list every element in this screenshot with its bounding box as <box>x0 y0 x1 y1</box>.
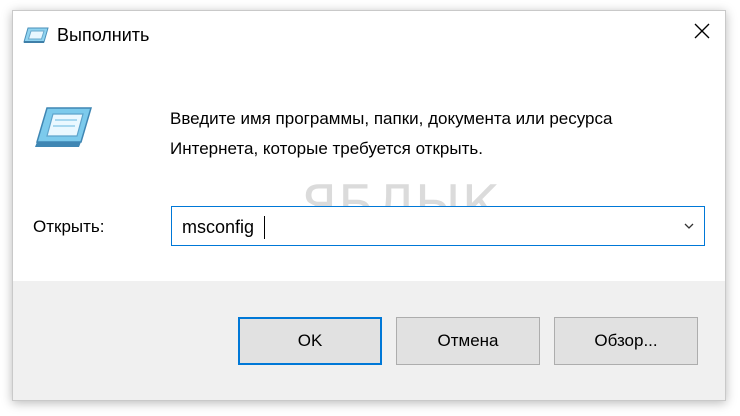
dialog-content: Введите имя программы, папки, документа … <box>13 59 725 281</box>
close-icon <box>694 23 710 44</box>
open-combobox[interactable]: msconfig <box>171 206 705 246</box>
open-field-label: Открыть: <box>33 217 105 236</box>
button-bar: OK Отмена Обзор... <box>13 281 725 400</box>
window-title: Выполнить <box>57 25 150 45</box>
close-button[interactable] <box>679 11 725 55</box>
open-input[interactable]: msconfig <box>182 216 254 238</box>
run-icon <box>33 104 93 150</box>
dialog-description: Введите имя программы, папки, документа … <box>170 104 710 164</box>
browse-button[interactable]: Обзор... <box>554 317 698 365</box>
title-bar: Выполнить <box>13 11 725 59</box>
description-line-2: Интернета, которые требуется открыть. <box>170 139 483 158</box>
chevron-down-icon[interactable] <box>682 219 696 233</box>
run-dialog: Выполнить Введите имя программы, папки, … <box>12 10 726 401</box>
ok-button[interactable]: OK <box>238 317 382 365</box>
text-cursor <box>264 216 265 239</box>
description-line-1: Введите имя программы, папки, документа … <box>170 109 613 128</box>
run-icon <box>22 25 50 45</box>
cancel-button[interactable]: Отмена <box>396 317 540 365</box>
